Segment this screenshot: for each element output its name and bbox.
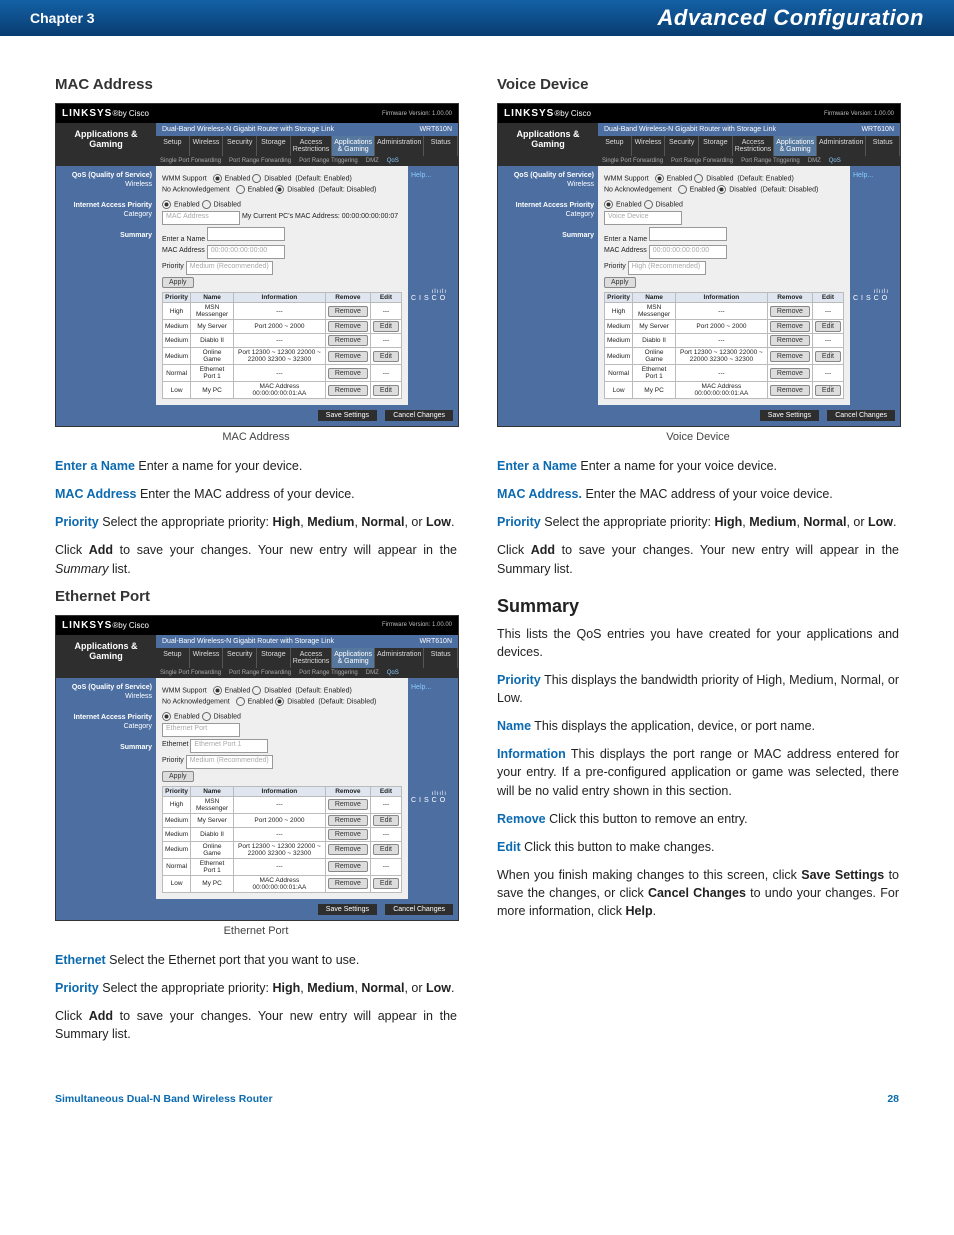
summary-closing: When you finish making changes to this s…	[497, 866, 899, 920]
help-link[interactable]: Help...	[411, 172, 431, 179]
sub-tabs[interactable]: Single Port ForwardingPort Range Forward…	[156, 668, 458, 678]
mac-address-heading: MAC Address	[55, 76, 457, 93]
radio-enabled[interactable]	[236, 186, 248, 193]
sub-tabs[interactable]: Single Port ForwardingPort Range Forward…	[156, 156, 458, 166]
page-header: Chapter 3 Advanced Configuration	[0, 0, 954, 36]
mac-input[interactable]: 00:00:00:00:00:00	[207, 245, 285, 259]
apply-button[interactable]: Apply	[162, 771, 194, 782]
term-priority: Priority	[55, 515, 99, 529]
help-link[interactable]: Help...	[853, 172, 873, 179]
category-select[interactable]: Ethernet Port	[162, 723, 240, 737]
help-link[interactable]: Help...	[411, 684, 431, 691]
screenshot-caption-mac: MAC Address	[55, 431, 457, 443]
remove-button[interactable]: Remove	[328, 321, 368, 332]
term-priority: Priority	[497, 673, 541, 687]
remove-button[interactable]: Remove	[328, 385, 368, 396]
screenshot-content: WMM Support Enabled Disabled (Default: E…	[598, 166, 850, 405]
summary-intro: This lists the QoS entries you have crea…	[497, 625, 899, 661]
priority-select[interactable]: Medium (Recommended)	[186, 755, 273, 769]
save-settings-button[interactable]: Save Settings	[318, 410, 377, 421]
router-title: Dual-Band Wireless-N Gigabit Router with…	[162, 126, 334, 133]
firmware-label: Firmware Version: 1.00.00	[824, 111, 894, 117]
model-label: WRT610N	[419, 126, 452, 133]
edit-button[interactable]: Edit	[373, 385, 399, 396]
cancel-changes-button[interactable]: Cancel Changes	[385, 410, 453, 421]
screenshot-mac-address: LINKSYS®by Cisco Firmware Version: 1.00.…	[55, 103, 459, 427]
right-column: Voice Device LINKSYS®by Cisco Firmware V…	[497, 76, 899, 1053]
category-select[interactable]: Voice Device	[604, 211, 682, 225]
apply-button[interactable]: Apply	[162, 277, 194, 288]
remove-button[interactable]: Remove	[328, 306, 368, 317]
screenshot-caption-voice: Voice Device	[497, 431, 899, 443]
summary-heading: Summary	[497, 596, 899, 617]
firmware-label: Firmware Version: 1.00.00	[382, 111, 452, 117]
top-tabs[interactable]: SetupWirelessSecurity StorageAccess Rest…	[598, 136, 900, 156]
ethernet-port-heading: Ethernet Port	[55, 588, 457, 605]
cancel-changes-button[interactable]: Cancel Changes	[827, 410, 895, 421]
remove-button[interactable]: Remove	[328, 368, 368, 379]
radio-disabled[interactable]	[202, 201, 214, 208]
priority-select[interactable]: High (Recommended)	[628, 261, 706, 275]
screenshot-sidebar: QoS (Quality of Service)Wireless Interne…	[56, 166, 156, 405]
firmware-label: Firmware Version: 1.00.00	[382, 622, 452, 628]
term-edit: Edit	[497, 840, 521, 854]
term-information: Information	[497, 747, 566, 761]
edit-button[interactable]: Edit	[373, 321, 399, 332]
category-select[interactable]: MAC Address	[162, 211, 240, 225]
left-column: MAC Address LINKSYS®by Cisco Firmware Ve…	[55, 76, 457, 1053]
top-tabs[interactable]: SetupWirelessSecurity StorageAccess Rest…	[156, 136, 458, 156]
radio-disabled[interactable]	[275, 186, 287, 193]
remove-button[interactable]: Remove	[328, 351, 368, 362]
radio-disabled[interactable]	[252, 175, 264, 182]
term-enter-name: Enter a Name	[55, 459, 135, 473]
voice-device-heading: Voice Device	[497, 76, 899, 93]
header-title: Advanced Configuration	[658, 5, 924, 31]
footer-left: Simultaneous Dual-N Band Wireless Router	[55, 1093, 273, 1105]
section-title: Applications & Gaming	[56, 635, 156, 678]
linksys-logo: LINKSYS®by Cisco	[62, 108, 149, 119]
ethernet-select[interactable]: Ethernet Port 1	[190, 739, 268, 753]
term-priority: Priority	[497, 515, 541, 529]
screenshot-content: WMM Support Enabled Disabled (Default: E…	[156, 166, 408, 405]
summary-table: PriorityNameInformationRemoveEdit HighMS…	[162, 292, 402, 399]
radio-enabled[interactable]	[213, 175, 225, 182]
term-mac-address: MAC Address	[55, 487, 137, 501]
sub-tabs[interactable]: Single Port ForwardingPort Range Forward…	[598, 156, 900, 166]
chapter-label: Chapter 3	[30, 10, 95, 26]
linksys-logo: LINKSYS®by Cisco	[504, 108, 591, 119]
cancel-changes-button[interactable]: Cancel Changes	[385, 904, 453, 915]
remove-button[interactable]: Remove	[328, 335, 368, 346]
screenshot-voice-device: LINKSYS®by Cisco Firmware Version: 1.00.…	[497, 103, 901, 427]
screenshot-sidebar: QoS (Quality of Service)Wireless Interne…	[498, 166, 598, 405]
screenshot-content: WMM Support Enabled Disabled (Default: E…	[156, 678, 408, 899]
edit-button[interactable]: Edit	[373, 351, 399, 362]
screenshot-ethernet-port: LINKSYS®by Cisco Firmware Version: 1.00.…	[55, 615, 459, 921]
term-priority: Priority	[55, 981, 99, 995]
term-enter-name: Enter a Name	[497, 459, 577, 473]
name-input[interactable]	[207, 227, 285, 241]
section-title: Applications & Gaming	[56, 123, 156, 166]
page-footer: Simultaneous Dual-N Band Wireless Router…	[0, 1083, 954, 1125]
mac-input[interactable]: 00:00:00:00:00:00	[649, 245, 727, 259]
linksys-logo: LINKSYS®by Cisco	[62, 620, 149, 631]
name-input[interactable]	[649, 227, 727, 241]
section-title: Applications & Gaming	[498, 123, 598, 166]
radio-enabled[interactable]	[162, 201, 174, 208]
screenshot-sidebar: QoS (Quality of Service)Wireless Interne…	[56, 678, 156, 899]
term-ethernet: Ethernet	[55, 953, 106, 967]
save-settings-button[interactable]: Save Settings	[760, 410, 819, 421]
screenshot-caption-ethernet: Ethernet Port	[55, 925, 457, 937]
summary-table: PriorityNameInformationRemoveEdit HighMS…	[162, 786, 402, 893]
top-tabs[interactable]: SetupWirelessSecurity StorageAccess Rest…	[156, 648, 458, 668]
term-mac-address: MAC Address.	[497, 487, 582, 501]
summary-table: PriorityNameInformationRemoveEdit HighMS…	[604, 292, 844, 399]
save-settings-button[interactable]: Save Settings	[318, 904, 377, 915]
page-number: 28	[887, 1093, 899, 1105]
apply-button[interactable]: Apply	[604, 277, 636, 288]
priority-select[interactable]: Medium (Recommended)	[186, 261, 273, 275]
term-remove: Remove	[497, 812, 546, 826]
term-name: Name	[497, 719, 531, 733]
